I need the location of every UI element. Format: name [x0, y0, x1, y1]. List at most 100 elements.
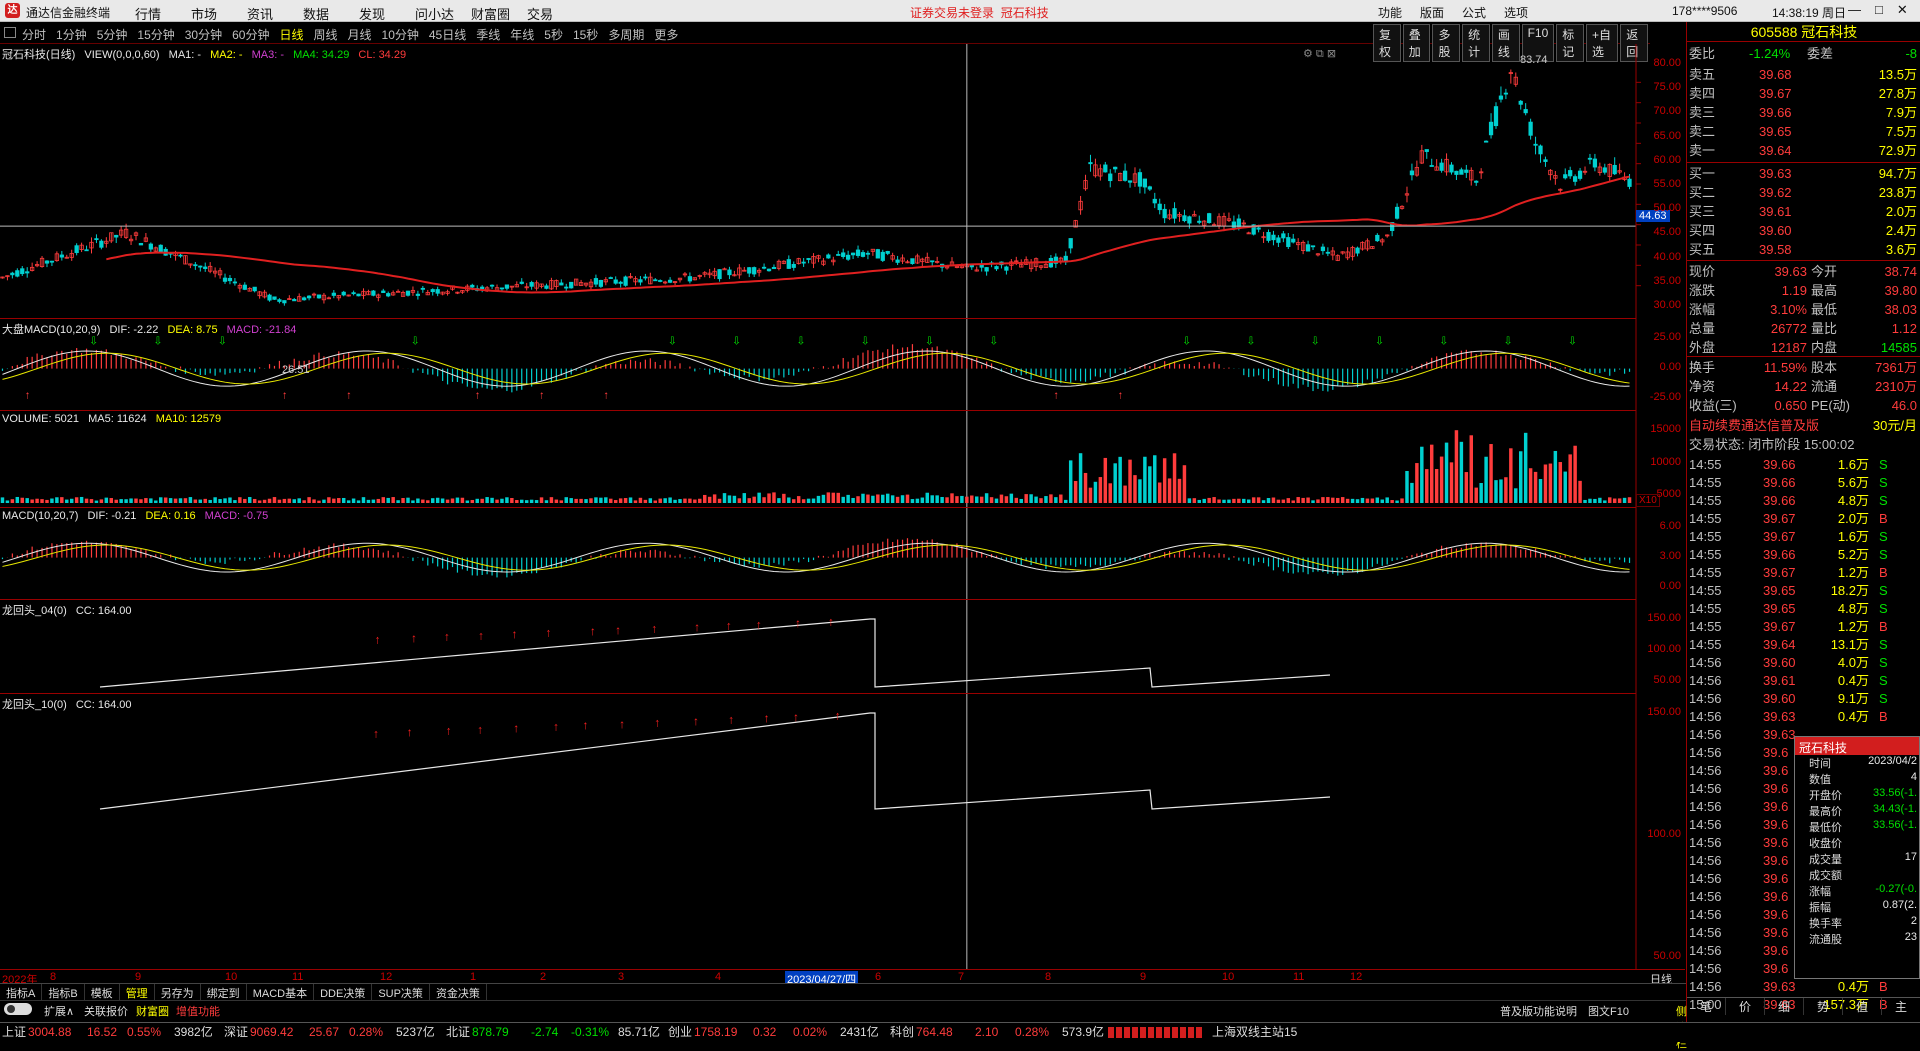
- menu-gongneng[interactable]: 功能: [1378, 4, 1402, 21]
- period-tab-12[interactable]: 年线: [510, 26, 534, 43]
- menu-gongshi[interactable]: 公式: [1462, 4, 1486, 21]
- menu-shuju[interactable]: 数据: [303, 4, 359, 23]
- bids-volume: 94.7万: [1878, 166, 1917, 181]
- index-name-4[interactable]: 科创: [890, 1023, 914, 1042]
- index-name-2[interactable]: 北证: [446, 1023, 470, 1042]
- ad-text[interactable]: 自动续费通达信普及版: [1689, 416, 1819, 435]
- indicator-tab-3[interactable]: 管理: [120, 984, 155, 1000]
- period-tab-6[interactable]: 日线: [279, 26, 303, 43]
- view-label: VIEW(0,0,0,60): [84, 49, 160, 61]
- indicator-tab-9[interactable]: 资金决策: [430, 984, 487, 1000]
- bids-row-1[interactable]: 买二 39.62 23.8万: [1689, 183, 1919, 202]
- asks-row-1[interactable]: 卖四 39.67 27.8万: [1689, 84, 1919, 103]
- right-tab-1[interactable]: 价: [1726, 998, 1765, 1015]
- period-tab-9[interactable]: 10分钟: [382, 26, 419, 43]
- menu-zixun[interactable]: 资讯: [247, 4, 303, 23]
- period-tab-2[interactable]: 5分钟: [97, 26, 128, 43]
- asks-row-4[interactable]: 卖一 39.64 72.9万: [1689, 141, 1919, 160]
- tick-volume: 18.2万: [1830, 583, 1869, 598]
- toggle-switch[interactable]: [4, 1003, 32, 1015]
- tick-direction: S: [1879, 691, 1888, 706]
- tick-row-1: 14:55 39.66 5.6万 S: [1689, 474, 1919, 492]
- menu-jiaoyi[interactable]: 交易: [527, 4, 583, 23]
- indicator-tab-1[interactable]: 指标B: [42, 984, 85, 1000]
- asks-row-3[interactable]: 卖二 39.65 7.5万: [1689, 122, 1919, 141]
- right-tab-0[interactable]: 笔: [1687, 998, 1726, 1015]
- user-account[interactable]: 178****9506: [1672, 4, 1737, 18]
- right-tab-3[interactable]: 势: [1804, 998, 1843, 1015]
- period-tab-16[interactable]: 更多: [654, 26, 678, 43]
- login-alert[interactable]: 证券交易未登录 冠石科技: [910, 4, 1049, 21]
- period-tab-8[interactable]: 月线: [348, 26, 372, 43]
- tick-time: 14:55: [1689, 619, 1722, 634]
- server-name[interactable]: 上海双线主站15: [1212, 1023, 1297, 1042]
- ext-tab-2[interactable]: 财富圈: [136, 1003, 169, 1019]
- bids-row-4[interactable]: 买五 39.58 3.6万: [1689, 240, 1919, 259]
- panel-toggle-icon[interactable]: [4, 27, 16, 38]
- right-link-0[interactable]: 普及版功能说明: [1500, 1003, 1577, 1019]
- chart-area[interactable]: ↑ ⇩ ⇩ ⇩ ↑ ↑ ⇩ ↑ ↑ ↑ ⇩ ⇩ ⇩ ⇩ ⇩ ⇩ ↑ ↑ ⇩ ⇩ ⇩ ⇩ ⇩ ⇩ ⇩ ↑ ↑ ↑ ↑ ↑ ↑ ↑ ↑ ↑ ↑ ↑ ↑ ↑ ↑ ↑…: [0, 44, 1681, 969]
- tick-price: 39.67: [1763, 511, 1796, 526]
- ext-tab-0[interactable]: 扩展∧: [44, 1003, 74, 1019]
- index-name-1[interactable]: 深证: [224, 1023, 248, 1042]
- ad-row[interactable]: 自动续费通达信普及版 30元/月: [1689, 416, 1919, 435]
- right-tab-4[interactable]: 值: [1843, 998, 1882, 1015]
- menu-banmian[interactable]: 版面: [1420, 4, 1444, 21]
- menu-hangqing[interactable]: 行情: [135, 4, 191, 23]
- tick-price: 39.6: [1763, 799, 1789, 814]
- indicator-tab-6[interactable]: MACD基本: [247, 984, 315, 1000]
- menu-faxian[interactable]: 发现: [359, 4, 415, 23]
- period-tab-14[interactable]: 15秒: [573, 26, 598, 43]
- indicator-tab-7[interactable]: DDE决策: [314, 984, 373, 1000]
- indicator-tab-8[interactable]: SUP决策: [372, 984, 430, 1000]
- bids-row-2[interactable]: 买三 39.61 2.0万: [1689, 202, 1919, 221]
- menu-shichang[interactable]: 市场: [191, 4, 247, 23]
- tick-time: 14:56: [1689, 889, 1722, 904]
- indicator-tab-4[interactable]: 另存为: [155, 984, 201, 1000]
- menu-xuanxiang[interactable]: 选项: [1504, 4, 1528, 21]
- period-tab-5[interactable]: 60分钟: [232, 26, 269, 43]
- period-tab-13[interactable]: 5秒: [544, 26, 563, 43]
- tick-direction: S: [1879, 529, 1888, 544]
- period-tab-1[interactable]: 1分钟: [56, 26, 87, 43]
- right-tab-5[interactable]: 主: [1882, 998, 1920, 1015]
- index-name-3[interactable]: 创业: [668, 1023, 692, 1042]
- period-tab-11[interactable]: 季线: [476, 26, 500, 43]
- bids-label: 买五: [1689, 242, 1716, 257]
- tick-time: 14:56: [1689, 745, 1722, 760]
- ad-price[interactable]: 30元/月: [1873, 416, 1917, 435]
- right-link-1[interactable]: 图文F10: [1588, 1003, 1629, 1019]
- period-tab-4[interactable]: 30分钟: [185, 26, 222, 43]
- ext-tab-1[interactable]: 关联报价: [84, 1003, 128, 1019]
- menu-wenxiaoda[interactable]: 问小达: [415, 4, 471, 23]
- period-tab-10[interactable]: 45日线: [429, 26, 466, 43]
- ext-tab-3[interactable]: 增值功能: [176, 1003, 220, 1019]
- right-tab-2[interactable]: 细: [1765, 998, 1804, 1015]
- clock: 14:38:19 周日: [1772, 6, 1847, 20]
- indicator-tab-0[interactable]: 指标A: [0, 984, 43, 1000]
- period-tab-3[interactable]: 15分钟: [137, 26, 174, 43]
- bids-row-0[interactable]: 买一 39.63 94.7万: [1689, 164, 1919, 183]
- index-name-0[interactable]: 上证: [2, 1023, 26, 1042]
- bids-row-3[interactable]: 买四 39.60 2.4万: [1689, 221, 1919, 240]
- popup-label: 收盘价: [1809, 838, 1842, 850]
- indicator-tab-2[interactable]: 模板: [85, 984, 120, 1000]
- close-icon[interactable]: ✕: [1897, 2, 1908, 18]
- tick-direction: S: [1879, 583, 1888, 598]
- indicator-tab-5[interactable]: 绑定到: [201, 984, 247, 1000]
- panel-settings-icon[interactable]: ⚙ ⧉ ⊠: [1303, 47, 1336, 61]
- period-tab-0[interactable]: 分时: [22, 26, 46, 43]
- minimize-icon[interactable]: —: [1848, 2, 1861, 18]
- asks-row-2[interactable]: 卖三 39.66 7.9万: [1689, 103, 1919, 122]
- period-tab-15[interactable]: 多周期: [608, 26, 644, 43]
- menu-caifuquan[interactable]: 财富圈: [471, 4, 527, 23]
- x-label-15: 10: [1222, 971, 1235, 983]
- maximize-icon[interactable]: □: [1875, 2, 1883, 18]
- asks-row-0[interactable]: 卖五 39.68 13.5万: [1689, 65, 1919, 84]
- tick-volume: 5.2万: [1837, 547, 1869, 562]
- popup-value: 23: [1904, 931, 1917, 943]
- period-tab-7[interactable]: 周线: [313, 26, 337, 43]
- tick-price: 39.6: [1763, 907, 1789, 922]
- bids-label: 买三: [1689, 204, 1716, 219]
- p6-name: 龙回头_10(0): [2, 699, 67, 711]
